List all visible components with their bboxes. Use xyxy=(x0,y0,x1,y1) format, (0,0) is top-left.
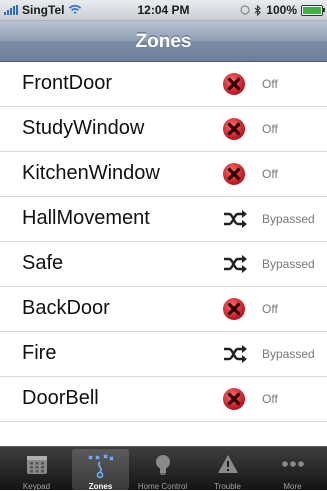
red-x-icon xyxy=(222,117,246,141)
zone-status: Bypassed xyxy=(262,212,315,226)
tab-label: Home Control xyxy=(137,482,188,491)
navigation-bar: Zones xyxy=(0,21,327,62)
zone-row[interactable]: FrontDoor Off xyxy=(0,62,327,107)
red-x-icon xyxy=(222,387,246,411)
zones-icon xyxy=(72,453,129,479)
zone-name: Fire xyxy=(22,342,57,364)
bluetooth-icon xyxy=(254,4,262,16)
shuffle-icon xyxy=(222,207,247,231)
lightbulb-icon xyxy=(134,453,191,477)
zone-name: KitchenWindow xyxy=(22,162,160,184)
tab-label: Trouble xyxy=(214,482,241,491)
zone-status: Off xyxy=(262,122,278,136)
zone-name: FrontDoor xyxy=(22,72,113,94)
zone-row[interactable]: DoorBell Off xyxy=(0,377,327,422)
zone-row[interactable]: Safe Bypassed xyxy=(0,242,327,287)
battery-percent: 100% xyxy=(266,3,297,17)
keypad-icon xyxy=(8,453,65,475)
more-icon xyxy=(264,453,321,475)
zone-status: Off xyxy=(262,392,278,406)
tab-home-control[interactable]: Home Control xyxy=(134,449,191,491)
zone-status: Off xyxy=(262,167,278,181)
tab-more[interactable]: More xyxy=(264,449,321,491)
shuffle-icon xyxy=(222,342,247,366)
zone-name: HallMovement xyxy=(22,207,150,229)
lock-rotation-icon xyxy=(240,5,250,15)
tab-bar: Keypad Zones Home Control Trouble More xyxy=(0,446,327,491)
battery-icon xyxy=(301,4,325,16)
red-x-icon xyxy=(222,162,246,186)
zone-name: StudyWindow xyxy=(22,117,145,139)
tab-label: Zones xyxy=(88,482,113,491)
zone-row[interactable]: HallMovement Bypassed xyxy=(0,197,327,242)
zone-list: FrontDoor Off StudyWindow Off KitchenWindow O… xyxy=(0,62,327,422)
zone-name: Safe xyxy=(22,252,64,274)
red-x-icon xyxy=(222,297,246,321)
tab-label: Keypad xyxy=(22,482,51,491)
red-x-icon xyxy=(222,72,246,96)
zone-status: Off xyxy=(262,77,278,91)
zone-row[interactable]: BackDoor Off xyxy=(0,287,327,332)
tab-label: More xyxy=(283,482,302,491)
warning-icon xyxy=(199,453,256,475)
zone-row[interactable]: Fire Bypassed xyxy=(0,332,327,377)
zone-row[interactable]: KitchenWindow Off xyxy=(0,152,327,197)
tab-keypad[interactable]: Keypad xyxy=(8,449,65,491)
status-right: 100% xyxy=(240,3,325,17)
shuffle-icon xyxy=(222,252,247,276)
zone-status: Off xyxy=(262,302,278,316)
zone-status: Bypassed xyxy=(262,257,315,271)
zone-status: Bypassed xyxy=(262,347,315,361)
tab-zones[interactable]: Zones xyxy=(72,449,129,491)
zone-name: DoorBell xyxy=(22,387,99,409)
tab-trouble[interactable]: Trouble xyxy=(199,449,256,491)
page-title: Zones xyxy=(135,31,192,52)
zone-name: BackDoor xyxy=(22,297,110,319)
zone-row[interactable]: StudyWindow Off xyxy=(0,107,327,152)
status-bar: SingTel 12:04 PM 100% xyxy=(0,0,327,21)
